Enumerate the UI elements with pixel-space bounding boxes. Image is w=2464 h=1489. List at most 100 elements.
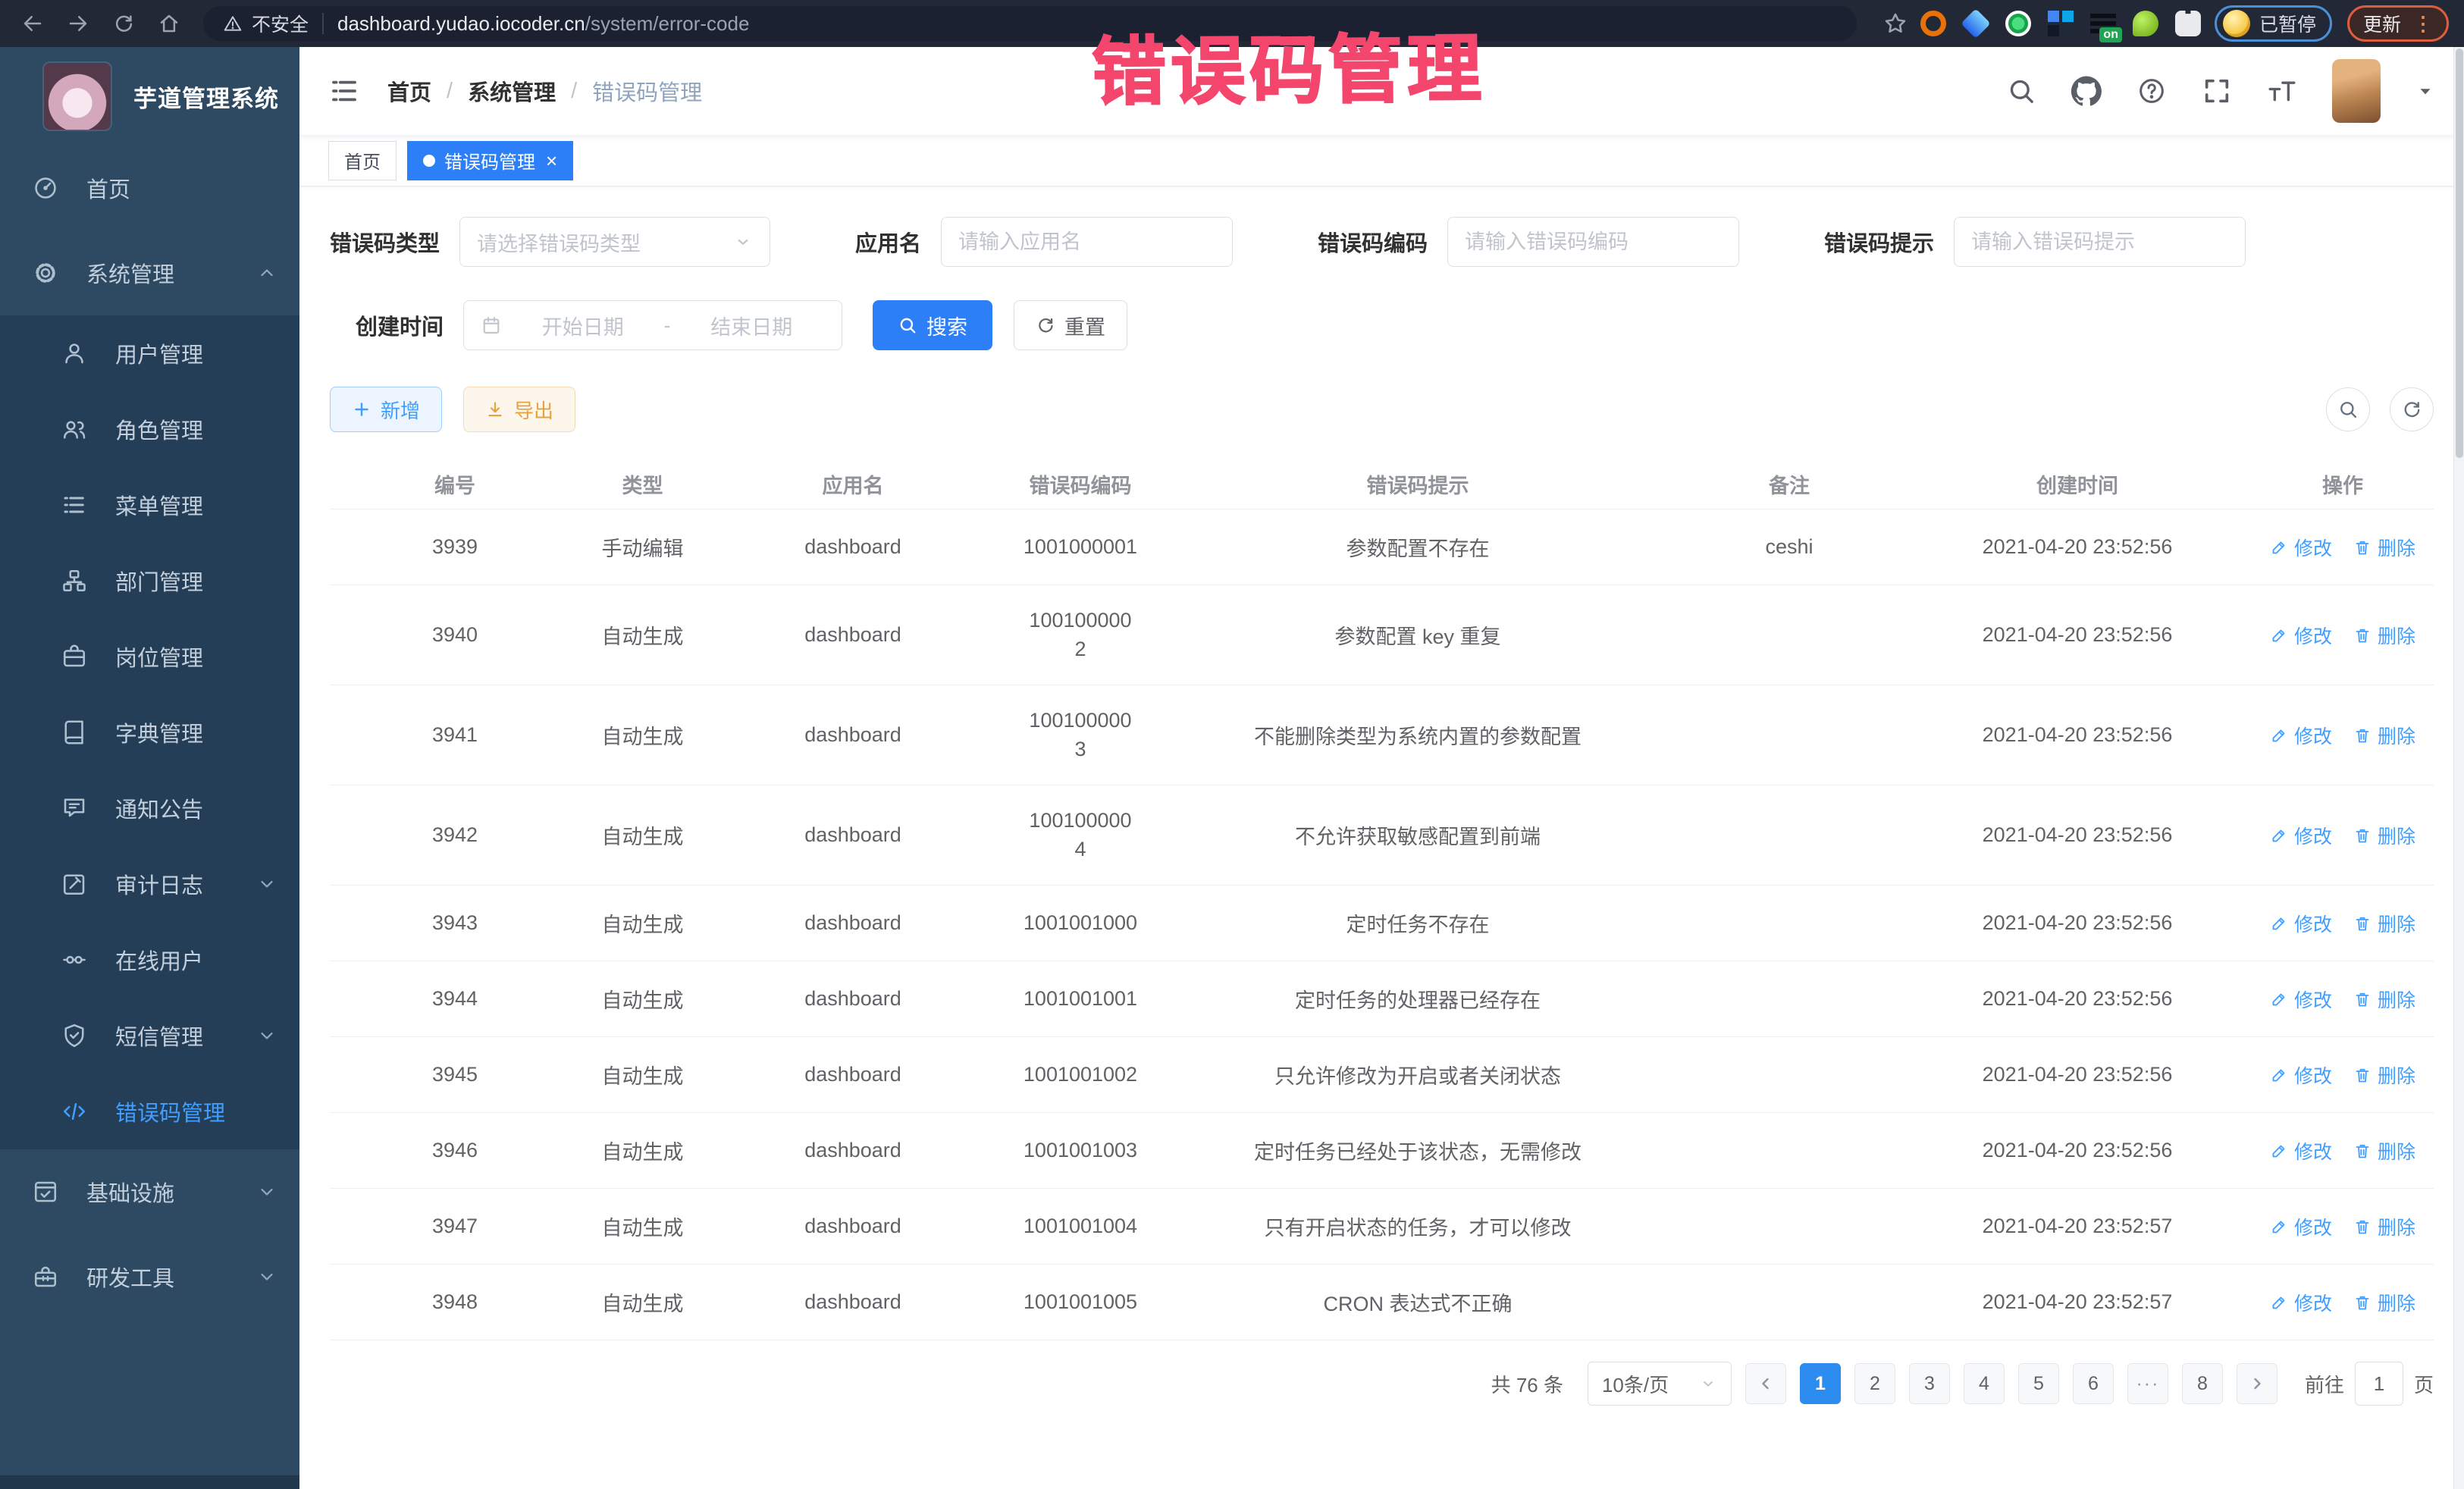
tag-error-code[interactable]: 错误码管理 × — [407, 141, 573, 180]
sidebar-item-errorcode[interactable]: 错误码管理 — [0, 1074, 299, 1149]
hamburger-icon[interactable] — [328, 75, 360, 107]
profile-paused-button[interactable]: 已暂停 — [2215, 5, 2332, 42]
page-button-6[interactable]: 6 — [2073, 1363, 2114, 1404]
edit-button[interactable]: 修改 — [2270, 534, 2332, 561]
page-button-···[interactable]: ··· — [2127, 1363, 2168, 1404]
close-icon[interactable]: × — [546, 151, 557, 171]
address-bar[interactable]: 不安全 dashboard.yudao.iocoder.cn /system/e… — [203, 6, 1857, 41]
sidebar-item-online[interactable]: 在线用户 — [0, 922, 299, 998]
filter-error-message: 错误码提示 — [1824, 217, 2246, 267]
chevron-down-icon — [257, 1267, 277, 1287]
delete-button[interactable]: 删除 — [2353, 910, 2415, 937]
security-warning-icon[interactable] — [223, 14, 243, 33]
search-button[interactable]: 搜索 — [873, 300, 992, 350]
error-code-input[interactable] — [1465, 230, 1722, 254]
app-name-input[interactable] — [958, 230, 1215, 254]
sidebar-item-home[interactable]: 首页 — [0, 146, 299, 230]
delete-icon — [2353, 626, 2372, 644]
extensions-puzzle-icon[interactable] — [2175, 11, 2201, 36]
edit-button[interactable]: 修改 — [2270, 1213, 2332, 1240]
scrollbar-thumb[interactable] — [2456, 49, 2463, 458]
prev-page-button[interactable] — [1745, 1363, 1786, 1404]
browser-reload-button[interactable] — [106, 6, 141, 41]
page-button-4[interactable]: 4 — [1964, 1363, 2005, 1404]
browser-update-button[interactable]: 更新 ⋮ — [2347, 5, 2449, 42]
sidebar-item-notice[interactable]: 通知公告 — [0, 770, 299, 846]
cell-id: 3946 — [330, 1139, 580, 1162]
reset-button[interactable]: 重置 — [1014, 300, 1127, 350]
delete-button[interactable]: 删除 — [2353, 1213, 2415, 1240]
delete-button[interactable]: 删除 — [2353, 534, 2415, 561]
delete-button[interactable]: 删除 — [2353, 722, 2415, 749]
goto-page-input[interactable] — [2355, 1362, 2403, 1406]
edit-button[interactable]: 修改 — [2270, 822, 2332, 849]
sidebar-item-system[interactable]: 系统管理 — [0, 230, 299, 315]
filter-label: 错误码编码 — [1318, 226, 1428, 258]
next-page-button[interactable] — [2237, 1363, 2277, 1404]
browser-menu-icon[interactable]: ⋮ — [2413, 12, 2433, 36]
refresh-table-button[interactable] — [2390, 387, 2434, 431]
extension-icon-orange-ring[interactable] — [1920, 11, 1946, 36]
github-icon[interactable] — [2071, 76, 2102, 106]
extension-icon-blue-gem[interactable] — [1961, 8, 1990, 38]
toggle-search-button[interactable] — [2326, 387, 2370, 431]
breadcrumb-system[interactable]: 系统管理 — [468, 75, 556, 107]
extension-icon-leaf[interactable] — [2133, 11, 2158, 36]
page-size-select[interactable]: 10条/页 — [1588, 1362, 1732, 1406]
edit-button[interactable]: 修改 — [2270, 722, 2332, 749]
page-button-8[interactable]: 8 — [2182, 1363, 2223, 1404]
sidebar-item-post[interactable]: 岗位管理 — [0, 619, 299, 694]
delete-button[interactable]: 删除 — [2353, 1137, 2415, 1165]
extension-icon-green-circle[interactable] — [2005, 11, 2031, 36]
edit-button[interactable]: 修改 — [2270, 910, 2332, 937]
page-button-5[interactable]: 5 — [2018, 1363, 2059, 1404]
edit-button[interactable]: 修改 — [2270, 1137, 2332, 1165]
page-button-3[interactable]: 3 — [1909, 1363, 1950, 1404]
error-code-type-select[interactable]: 请选择错误码类型 — [459, 217, 770, 267]
extension-icon-grid[interactable] — [2048, 11, 2074, 36]
create-time-range-picker[interactable]: 开始日期 - 结束日期 — [463, 300, 842, 350]
browser-forward-button[interactable] — [61, 6, 96, 41]
delete-button[interactable]: 删除 — [2353, 822, 2415, 849]
browser-back-button[interactable] — [15, 6, 50, 41]
url-host: dashboard.yudao.iocoder.cn — [337, 12, 585, 36]
sidebar-item-dict[interactable]: 字典管理 — [0, 694, 299, 770]
sidebar-item-role[interactable]: 角色管理 — [0, 391, 299, 467]
add-button[interactable]: 新增 — [330, 387, 442, 432]
error-message-input[interactable] — [1971, 230, 2228, 254]
edit-button[interactable]: 修改 — [2270, 622, 2332, 649]
edit-button[interactable]: 修改 — [2270, 986, 2332, 1013]
search-icon[interactable] — [2006, 76, 2036, 106]
sidebar-item-menu[interactable]: 菜单管理 — [0, 467, 299, 543]
delete-button[interactable]: 删除 — [2353, 1061, 2415, 1089]
bookmark-star-icon[interactable] — [1882, 11, 1908, 36]
page-button-1[interactable]: 1 — [1800, 1363, 1841, 1404]
export-button[interactable]: 导出 — [463, 387, 575, 432]
cell-message: 定时任务已经处于该状态，无需修改 — [1160, 1136, 1676, 1165]
browser-home-button[interactable] — [152, 6, 187, 41]
user-avatar[interactable] — [2332, 59, 2381, 123]
edit-button[interactable]: 修改 — [2270, 1061, 2332, 1089]
breadcrumb-home[interactable]: 首页 — [387, 75, 431, 107]
font-size-icon[interactable] — [2267, 76, 2297, 106]
sidebar-item-audit[interactable]: 审计日志 — [0, 846, 299, 922]
sidebar-item-label: 首页 — [86, 172, 130, 204]
extension-icon-list[interactable]: on — [2090, 11, 2116, 36]
sidebar-item-user[interactable]: 用户管理 — [0, 315, 299, 391]
delete-button[interactable]: 删除 — [2353, 622, 2415, 649]
edit-button[interactable]: 修改 — [2270, 1289, 2332, 1316]
sidebar-item-infra[interactable]: 基础设施 — [0, 1149, 299, 1234]
tag-home[interactable]: 首页 — [328, 141, 397, 180]
delete-button[interactable]: 删除 — [2353, 986, 2415, 1013]
chevron-down-icon[interactable] — [2415, 81, 2435, 101]
app-logo[interactable]: 芋道管理系统 — [0, 47, 299, 146]
sidebar-item-sms[interactable]: 短信管理 — [0, 998, 299, 1074]
help-icon[interactable] — [2136, 76, 2167, 106]
page-button-2[interactable]: 2 — [1854, 1363, 1895, 1404]
sidebar-item-devtools[interactable]: 研发工具 — [0, 1234, 299, 1319]
table-header-row: 编号类型应用名错误码编码错误码提示备注创建时间操作 — [330, 459, 2434, 509]
delete-button[interactable]: 删除 — [2353, 1289, 2415, 1316]
cell-type: 自动生成 — [580, 1136, 705, 1165]
fullscreen-icon[interactable] — [2202, 76, 2232, 106]
sidebar-item-dept[interactable]: 部门管理 — [0, 543, 299, 619]
